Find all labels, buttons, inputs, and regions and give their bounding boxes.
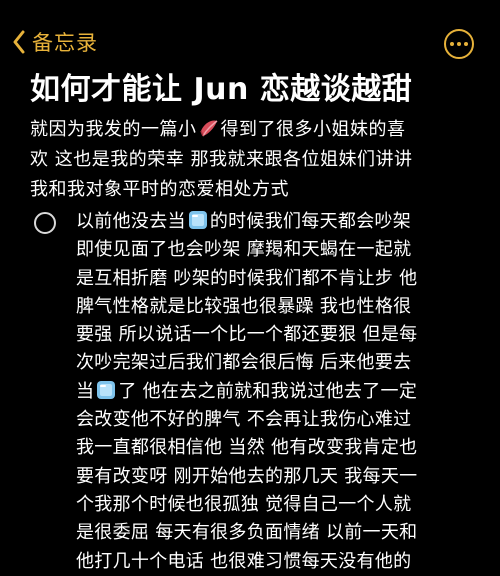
body-line: 以前他没去当 的时候我们每天都会吵架 (76, 208, 476, 236)
body-line: 次吵完架过后我们都会很后悔 后来他要去 (76, 352, 412, 374)
intro-line: 就因为我发的一篇小 得到了很多小姐妹的喜 (30, 115, 480, 145)
navigation-bar: 备忘录 (0, 0, 500, 70)
ellipsis-dot (464, 42, 468, 46)
book-icon (198, 117, 220, 139)
note-intro[interactable]: 就因为我发的一篇小 得到了很多小姐妹的喜 欢 这也是我的荣幸 那我就来跟各位姐妹… (30, 115, 480, 205)
body-text: 了 他在去之前就和我说过他去了一定 (118, 380, 418, 402)
body-line: 个我那个时候也很孤独 觉得自己一个人就 (76, 493, 412, 515)
checklist-checkbox[interactable] (34, 212, 56, 234)
ellipsis-circle-icon (450, 42, 454, 46)
body-text: 以前他没去当 (76, 211, 186, 232)
body-line: 我一直都很相信他 当然 他有改变我肯定也 (76, 437, 418, 459)
intro-line: 我和我对象平时的恋爱相处方式 (30, 179, 289, 200)
body-line: 是很委屈 每天有很多负面情绪 以前一天和 (76, 522, 418, 544)
body-text: 当 (76, 380, 95, 402)
body-line: 要有改变呀 刚开始他去的那几天 我每天一 (76, 465, 418, 487)
body-line: 会改变他不好的脾气 不会再让我伤心难过 (76, 409, 412, 431)
body-line: 是互相折磨 吵架的时候我们都不肯让步 他 (76, 267, 418, 289)
chevron-left-icon (12, 30, 26, 54)
body-text: 的时候我们每天都会吵架 (209, 211, 412, 232)
checklist-item-text[interactable]: 以前他没去当 的时候我们每天都会吵架 即使见面了也会吵架 摩羯和天蝎在一起就 是… (76, 208, 476, 576)
body-line: 他打几十个电话 也很难习惯每天没有他的 (76, 550, 412, 572)
note-title[interactable]: 如何才能让 Jun 恋越谈越甜 (30, 70, 490, 110)
body-line: 当 了 他在去之前就和我说过他去了一定 (76, 378, 476, 406)
back-button[interactable]: 备忘录 (12, 28, 98, 56)
ice-cube-icon (95, 379, 117, 401)
intro-text: 得到了很多小姐妹的喜 (220, 119, 406, 140)
back-label: 备忘录 (32, 31, 98, 55)
ellipsis-dot (457, 42, 461, 46)
ice-cube-icon (187, 209, 209, 231)
body-line: 脾气性格就是比较强也很暴躁 我也性格很 (76, 295, 412, 317)
intro-text: 就因为我发的一篇小 (30, 119, 197, 140)
body-line: 要强 所以说话一个比一个都还要狠 但是每 (76, 324, 418, 346)
intro-line: 欢 这也是我的荣幸 那我就来跟各位姐妹们讲讲 (30, 149, 413, 170)
body-line: 即使见面了也会吵架 摩羯和天蝎在一起就 (76, 239, 412, 261)
more-options-button[interactable] (444, 29, 474, 59)
